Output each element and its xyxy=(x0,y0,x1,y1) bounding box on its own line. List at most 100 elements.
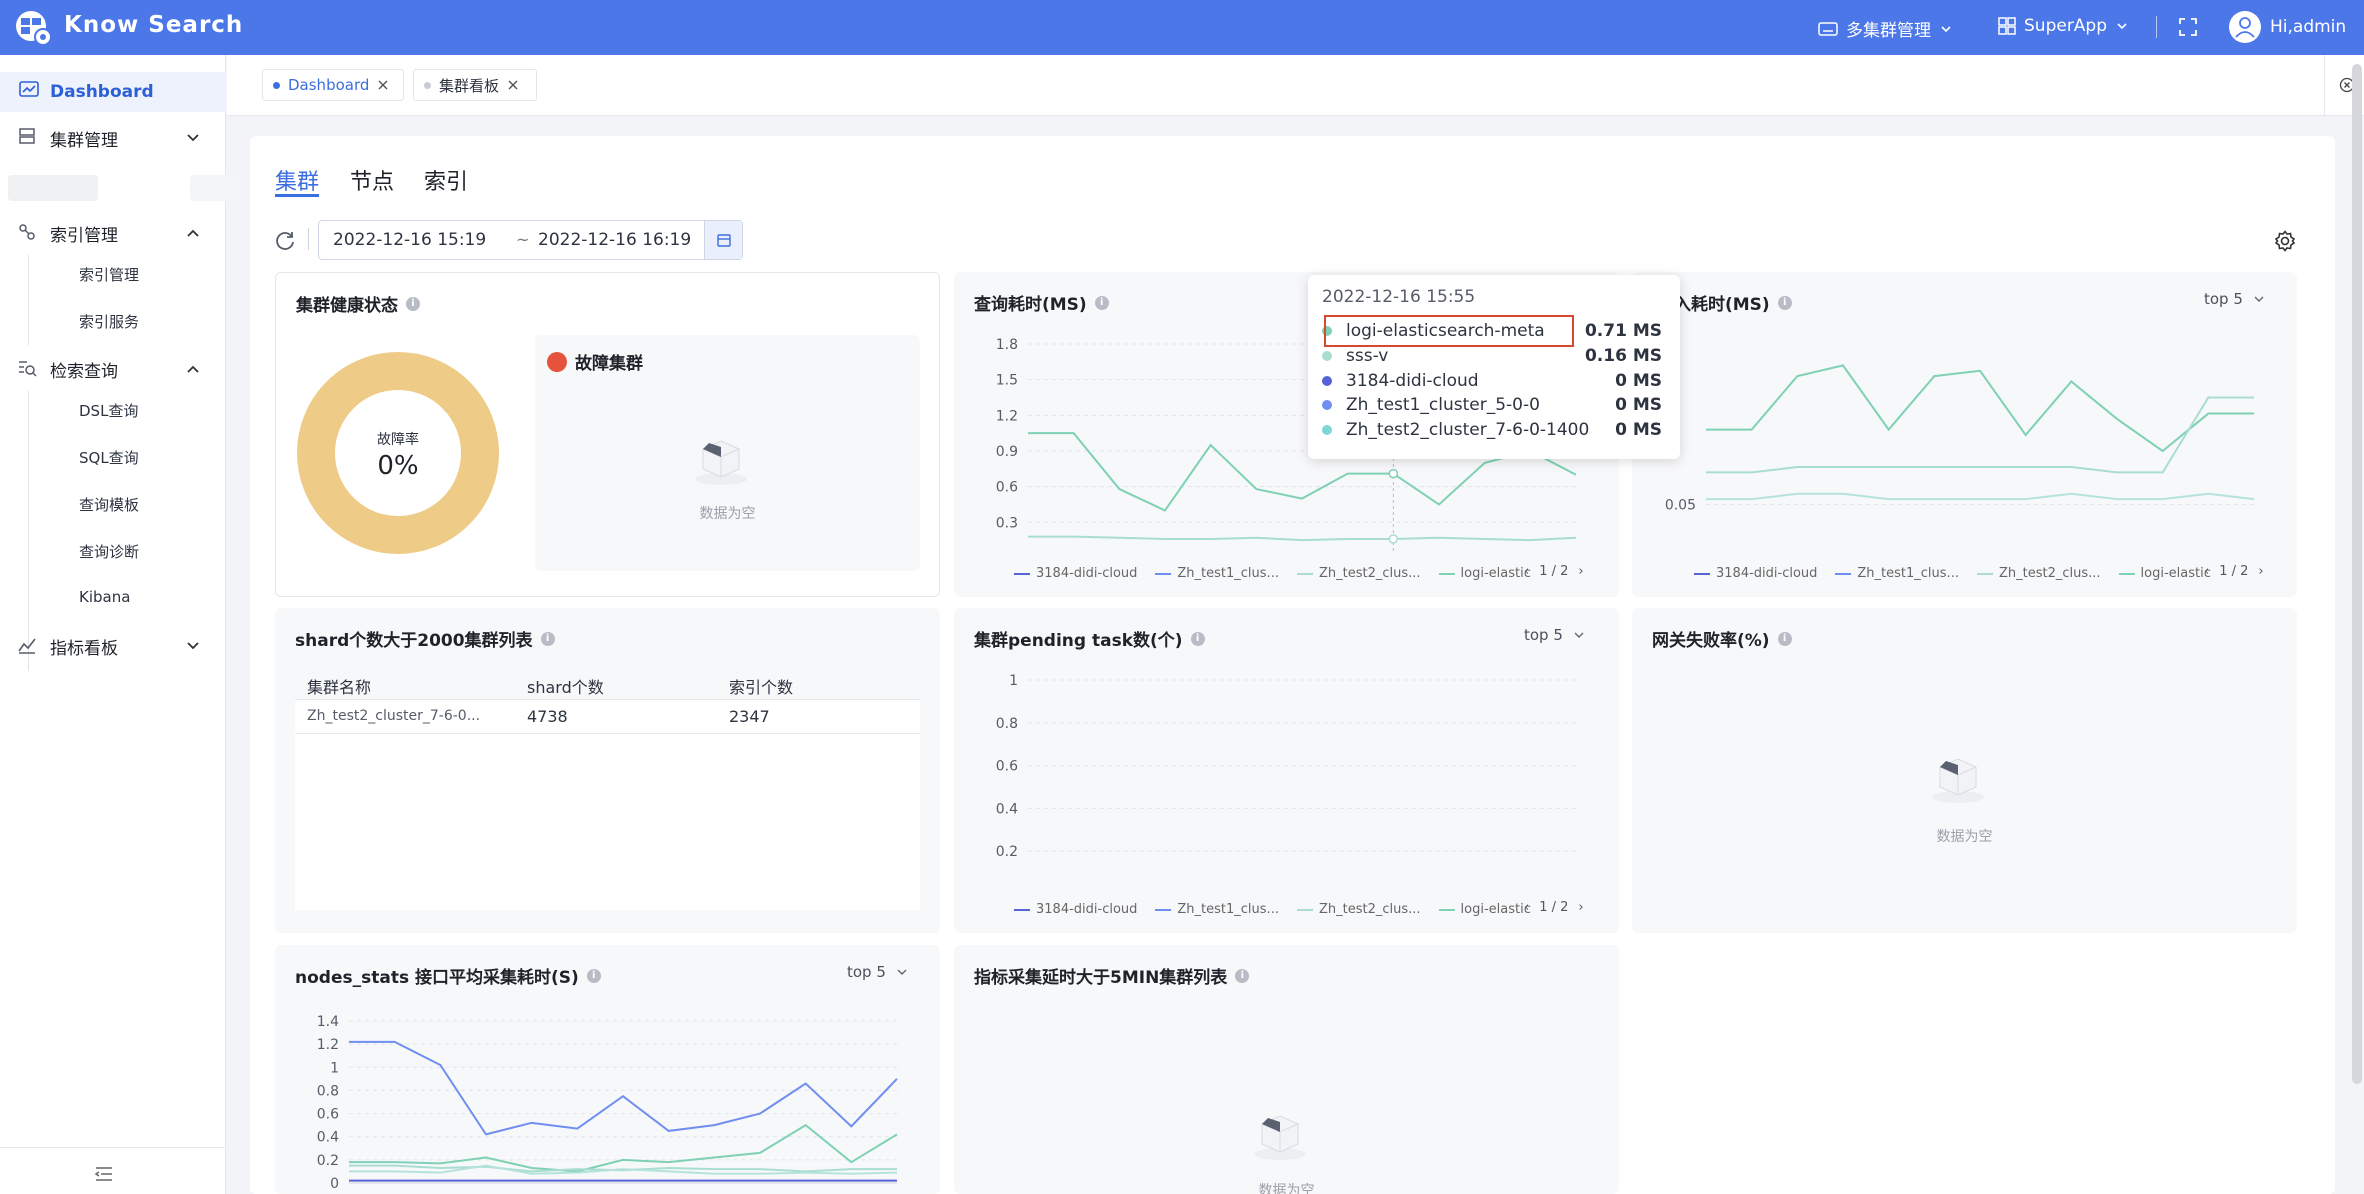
top-select[interactable]: top 5 xyxy=(847,963,908,981)
empty-box-icon xyxy=(1254,1115,1306,1160)
sidebar-sub-kibana[interactable]: Kibana xyxy=(79,588,130,606)
cluster-menu[interactable]: 多集群管理 xyxy=(1818,16,1953,41)
refresh-icon[interactable] xyxy=(274,229,296,251)
settings-gear-icon[interactable] xyxy=(2274,230,2296,252)
legend-pager[interactable]: ‹ 1 / 2 › xyxy=(1524,564,1584,579)
y-tick-label: 0 xyxy=(1009,551,1018,552)
info-icon[interactable]: i xyxy=(540,631,555,646)
sidebar-sub-sql[interactable]: SQL查询 xyxy=(79,447,139,468)
info-icon[interactable]: i xyxy=(1777,631,1792,646)
table-header xyxy=(295,666,920,700)
info-icon[interactable]: i xyxy=(1777,295,1792,310)
info-icon[interactable]: i xyxy=(406,296,420,311)
fault-cluster-title-text: 故障集群 xyxy=(575,354,643,374)
legend-item[interactable]: 3184-didi-cloud xyxy=(1014,902,1137,917)
info-icon[interactable]: i xyxy=(1235,968,1250,983)
tooltip-series-name: Zh_test1_cluster_5-0-0 xyxy=(1346,395,1540,415)
legend-item[interactable]: Zh_test2_clus... xyxy=(1296,902,1421,917)
empty-box-icon xyxy=(1932,758,1984,803)
legend-pager[interactable]: ‹ 1 / 2 › xyxy=(2204,564,2264,579)
legend-item[interactable]: 3184-didi-cloud xyxy=(1694,566,1817,581)
sidebar-sub-dsl[interactable]: DSL查询 xyxy=(79,400,138,421)
legend-item[interactable]: Zh_test1_clus... xyxy=(1155,902,1279,917)
info-icon[interactable]: i xyxy=(586,968,601,983)
close-icon[interactable] xyxy=(507,79,519,91)
card-title-text: nodes_stats 接口平均采集耗时(S) xyxy=(295,968,579,988)
date-start[interactable]: 2022-12-16 15:19 xyxy=(333,230,486,250)
date-end[interactable]: 2022-12-16 16:19 xyxy=(538,230,691,250)
collapse-menu-icon[interactable] xyxy=(94,1166,114,1182)
top-select[interactable]: top 5 xyxy=(1524,626,1585,644)
date-range-picker[interactable]: 2022-12-16 15:19 ~ 2022-12-16 16:19 xyxy=(318,220,743,260)
table-row[interactable]: Zh_test2_cluster_7-6-0... 4738 2347 xyxy=(295,700,920,734)
next-icon: › xyxy=(1578,564,1584,579)
legend-pager[interactable]: ‹ 1 / 2 › xyxy=(1524,900,1584,915)
sidebar-item-cluster-mgmt[interactable]: 集群管理 xyxy=(0,118,226,158)
legend-item[interactable]: Zh_test1_clus... xyxy=(1155,566,1279,581)
y-tick-label: 1.8 xyxy=(996,337,1018,353)
tabs-divider xyxy=(2324,55,2325,116)
sidebar-sub-template[interactable]: 查询模板 xyxy=(79,494,139,515)
page-scrollbar[interactable] xyxy=(2352,64,2362,1084)
sidebar-sub-index-service[interactable]: 索引服务 xyxy=(79,311,139,332)
toolbar-divider xyxy=(308,228,309,250)
legend-item[interactable]: 3184-didi-cloud xyxy=(1014,566,1137,581)
info-icon[interactable]: i xyxy=(1190,631,1205,646)
empty-text: 数据为空 xyxy=(1258,1183,1315,1194)
prev-icon: ‹ xyxy=(1524,900,1530,915)
app-menu-label: SuperApp xyxy=(2024,16,2108,36)
sidebar-item-label: 索引管理 xyxy=(50,225,118,246)
y-tick-label: 1.5 xyxy=(996,373,1018,389)
series-dot xyxy=(1322,425,1332,435)
sidebar-item-search-query[interactable]: 检索查询 xyxy=(0,349,226,389)
y-tick-label: 0.2 xyxy=(317,1153,339,1169)
fullscreen-icon[interactable] xyxy=(2178,17,2198,37)
pending-task-chart: 00.20.40.60.8112-1615:1512-1615:2512-161… xyxy=(996,673,1576,888)
view-tab-cluster[interactable]: 集群 xyxy=(275,164,319,196)
legend-item[interactable]: logi-elastic xyxy=(1438,902,1531,917)
sidebar-item-dashboard[interactable]: Dashboard xyxy=(0,72,226,112)
tooltip-series-value: 0.16 MS xyxy=(1584,346,1662,366)
top-select-value: top 5 xyxy=(1524,626,1563,644)
sidebar-sub-diagnose[interactable]: 查询诊断 xyxy=(79,541,139,562)
calendar-button[interactable] xyxy=(704,221,742,259)
legend-item[interactable]: logi-elastic xyxy=(2118,566,2211,581)
header-divider xyxy=(2156,16,2157,38)
user-name: Hi,admin xyxy=(2270,17,2347,37)
view-tab-index[interactable]: 索引 xyxy=(424,164,468,196)
y-tick-label: 0.05 xyxy=(1665,498,1696,514)
active-dot xyxy=(273,81,280,89)
legend-item[interactable]: Zh_test1_clus... xyxy=(1835,566,1959,581)
legend-item[interactable]: Zh_test2_clus... xyxy=(1296,566,1421,581)
sidebar-item-index-mgmt[interactable]: 索引管理 xyxy=(0,213,226,253)
top-select[interactable]: top 5 xyxy=(2204,290,2265,308)
series-line xyxy=(1706,396,2254,474)
next-icon: › xyxy=(1578,900,1584,915)
pending-task-card: 集群pending task数(个) i top 5 0 0.2 0.4 0.6 0.8 1… xyxy=(954,608,1619,933)
tree-line xyxy=(28,255,29,345)
sidebar-item-label: 检索查询 xyxy=(50,361,118,382)
tooltip-row: sss-v 0.16 MS xyxy=(1322,344,1662,368)
sidebar-divider xyxy=(0,1147,226,1148)
sidebar-sub-index-mgmt[interactable]: 索引管理 xyxy=(79,264,139,285)
prev-icon: ‹ xyxy=(1524,564,1530,579)
legend-page: 1 / 2 xyxy=(1539,564,1569,579)
series-line xyxy=(1028,535,1577,542)
series-line xyxy=(349,1123,898,1173)
y-tick-label: 0.4 xyxy=(996,801,1018,817)
y-tick-label: 0.8 xyxy=(317,1083,339,1099)
legend-item[interactable]: logi-elastic xyxy=(1438,566,1531,581)
user-menu[interactable]: Hi,admin xyxy=(2228,10,2346,44)
close-icon[interactable] xyxy=(377,79,389,91)
legend-item[interactable]: Zh_test2_clus... xyxy=(1976,566,2101,581)
y-tick-label: 1 xyxy=(1009,673,1018,689)
tab-cluster-board[interactable]: 集群看板 xyxy=(413,69,537,101)
view-tab-node[interactable]: 节点 xyxy=(350,164,394,196)
table-header-cell: 集群名称 xyxy=(307,678,372,697)
sidebar-item-metrics-board[interactable]: 指标看板 xyxy=(0,626,226,666)
app-menu[interactable]: SuperApp xyxy=(1998,16,2129,36)
tab-dashboard[interactable]: Dashboard xyxy=(262,69,404,101)
tooltip-series-value: 0 MS xyxy=(1615,395,1662,415)
brand-name: Know Search xyxy=(64,12,244,38)
info-icon[interactable]: i xyxy=(1094,295,1109,310)
